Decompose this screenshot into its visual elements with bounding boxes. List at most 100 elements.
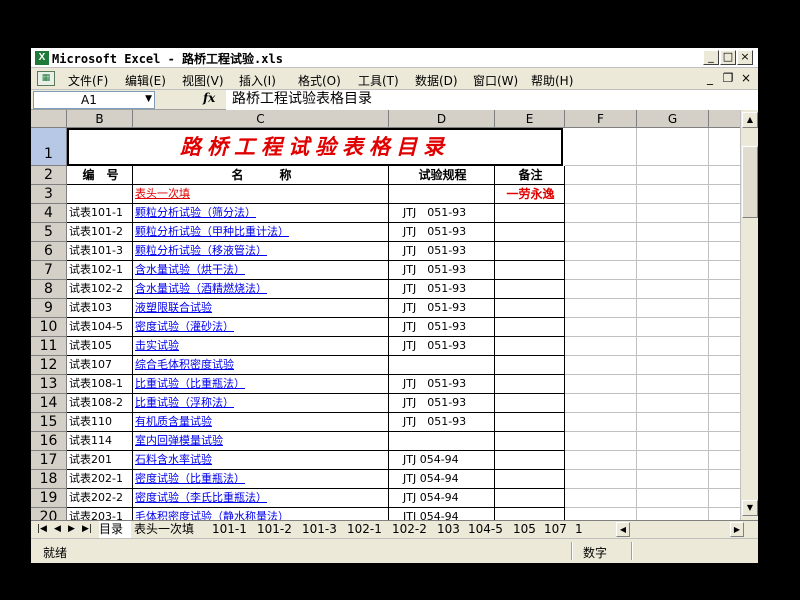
cell[interactable]	[637, 489, 709, 508]
cell[interactable]	[637, 413, 709, 432]
row-header[interactable]: 13	[31, 375, 67, 394]
row-header[interactable]: 20	[31, 508, 67, 520]
header-name[interactable]: 名 称	[133, 166, 389, 185]
spec-cell[interactable]: JTJ 054-94	[389, 508, 495, 520]
cell[interactable]	[565, 242, 637, 261]
sheet-tab-mulu[interactable]: 目录	[99, 521, 131, 538]
cell[interactable]	[565, 451, 637, 470]
header-number[interactable]: 编 号	[67, 166, 133, 185]
cell[interactable]	[67, 185, 133, 204]
menu-file[interactable]: 文件(F)	[68, 72, 108, 89]
note-cell[interactable]	[495, 432, 565, 451]
note-cell[interactable]	[495, 299, 565, 318]
row-header[interactable]: 6	[31, 242, 67, 261]
cell[interactable]	[565, 299, 637, 318]
scroll-down-icon[interactable]: ▼	[742, 500, 758, 516]
row-header[interactable]: 7	[31, 261, 67, 280]
note-cell[interactable]	[495, 223, 565, 242]
column-header-b[interactable]: B	[67, 110, 133, 128]
spec-cell[interactable]: JTJ 051-93	[389, 242, 495, 261]
table-number-cell[interactable]: 试表102-2	[67, 280, 133, 299]
test-link[interactable]: 颗粒分析试验（甲种比重计法）	[133, 223, 389, 242]
cell[interactable]	[637, 508, 709, 520]
sheet-tab-101-3[interactable]: 101-3	[302, 521, 344, 538]
cell[interactable]	[565, 166, 637, 185]
minimize-button[interactable]: _	[703, 50, 719, 65]
table-number-cell[interactable]: 试表108-1	[67, 375, 133, 394]
cell[interactable]	[709, 223, 740, 242]
sheet-tab-104-5[interactable]: 104-5	[468, 521, 510, 538]
header-spec[interactable]: 试验规程	[389, 166, 495, 185]
row-header[interactable]: 11	[31, 337, 67, 356]
cell[interactable]	[709, 128, 740, 166]
row-header[interactable]: 10	[31, 318, 67, 337]
cell[interactable]	[637, 451, 709, 470]
cell[interactable]	[709, 204, 740, 223]
formula-input[interactable]: 路桥工程试验表格目录	[226, 90, 758, 110]
test-link[interactable]: 室内回弹模量试验	[133, 432, 389, 451]
cell[interactable]	[637, 337, 709, 356]
sheet-tab-101-2[interactable]: 101-2	[257, 521, 299, 538]
test-link[interactable]: 毛体积密度试验（静水称量法）	[133, 508, 389, 520]
menu-insert[interactable]: 插入(I)	[239, 72, 276, 89]
spec-cell[interactable]: JTJ 051-93	[389, 318, 495, 337]
cell[interactable]	[637, 432, 709, 451]
spec-cell[interactable]: JTJ 051-93	[389, 299, 495, 318]
table-number-cell[interactable]: 试表101-1	[67, 204, 133, 223]
test-link[interactable]: 含水量试验（酒精燃烧法）	[133, 280, 389, 299]
spec-cell[interactable]: JTJ 051-93	[389, 337, 495, 356]
row-header[interactable]: 9	[31, 299, 67, 318]
column-header-c[interactable]: C	[133, 110, 389, 128]
spec-cell[interactable]: JTJ 051-93	[389, 261, 495, 280]
note-cell[interactable]	[495, 508, 565, 520]
column-header-f[interactable]: F	[565, 110, 637, 128]
test-link[interactable]: 击实试验	[133, 337, 389, 356]
cell[interactable]	[565, 432, 637, 451]
scroll-thumb[interactable]	[742, 146, 758, 218]
sheet-tab-105[interactable]: 105	[513, 521, 541, 538]
sheet-tab-103[interactable]: 103	[437, 521, 465, 538]
first-sheet-icon[interactable]: |◀	[37, 524, 47, 534]
cell[interactable]	[565, 375, 637, 394]
workbook-icon[interactable]: ▦	[37, 71, 55, 86]
note-cell[interactable]	[495, 470, 565, 489]
cell[interactable]	[709, 470, 740, 489]
table-number-cell[interactable]: 试表202-1	[67, 470, 133, 489]
menu-edit[interactable]: 编辑(E)	[125, 72, 166, 89]
chevron-down-icon[interactable]: ▼	[145, 94, 152, 104]
sheet-tab-102-1[interactable]: 102-1	[347, 521, 389, 538]
test-link[interactable]: 密度试验（灌砂法）	[133, 318, 389, 337]
cell[interactable]	[637, 223, 709, 242]
cell[interactable]	[709, 299, 740, 318]
spec-cell[interactable]	[389, 432, 495, 451]
row-header[interactable]: 14	[31, 394, 67, 413]
close-button[interactable]: ×	[737, 50, 753, 65]
spec-cell[interactable]: JTJ 054-94	[389, 451, 495, 470]
row-header[interactable]: 8	[31, 280, 67, 299]
cell[interactable]	[637, 356, 709, 375]
cell[interactable]	[565, 470, 637, 489]
note-cell[interactable]	[495, 337, 565, 356]
header-template-link[interactable]: 表头一次填	[133, 185, 389, 204]
table-number-cell[interactable]: 试表114	[67, 432, 133, 451]
maximize-button[interactable]: □	[720, 50, 736, 65]
next-sheet-icon[interactable]: ▶	[68, 524, 75, 534]
row-header[interactable]: 17	[31, 451, 67, 470]
note-cell[interactable]	[495, 451, 565, 470]
note-cell[interactable]	[495, 261, 565, 280]
title-bar[interactable]: X Microsoft Excel - 路桥工程试验.xls _ □ ×	[31, 48, 758, 68]
test-link[interactable]: 比重试验（浮称法）	[133, 394, 389, 413]
row-header[interactable]: 12	[31, 356, 67, 375]
note-cell[interactable]: 一劳永逸	[495, 185, 565, 204]
sheet-title-cell[interactable]: 路桥工程试验表格目录	[67, 128, 563, 166]
worksheet-grid[interactable]: B C D E F G 1 2 3 4 5 6 7 8 9 10 11 12 13 14 15 16 17 18 1…	[31, 110, 740, 520]
cell[interactable]	[637, 280, 709, 299]
cell[interactable]	[565, 394, 637, 413]
cell[interactable]	[637, 299, 709, 318]
table-number-cell[interactable]: 试表108-2	[67, 394, 133, 413]
row-header[interactable]: 1	[31, 128, 67, 166]
test-link[interactable]: 颗粒分析试验（移液管法）	[133, 242, 389, 261]
cell[interactable]	[565, 185, 637, 204]
table-number-cell[interactable]: 试表107	[67, 356, 133, 375]
cell[interactable]	[637, 166, 709, 185]
